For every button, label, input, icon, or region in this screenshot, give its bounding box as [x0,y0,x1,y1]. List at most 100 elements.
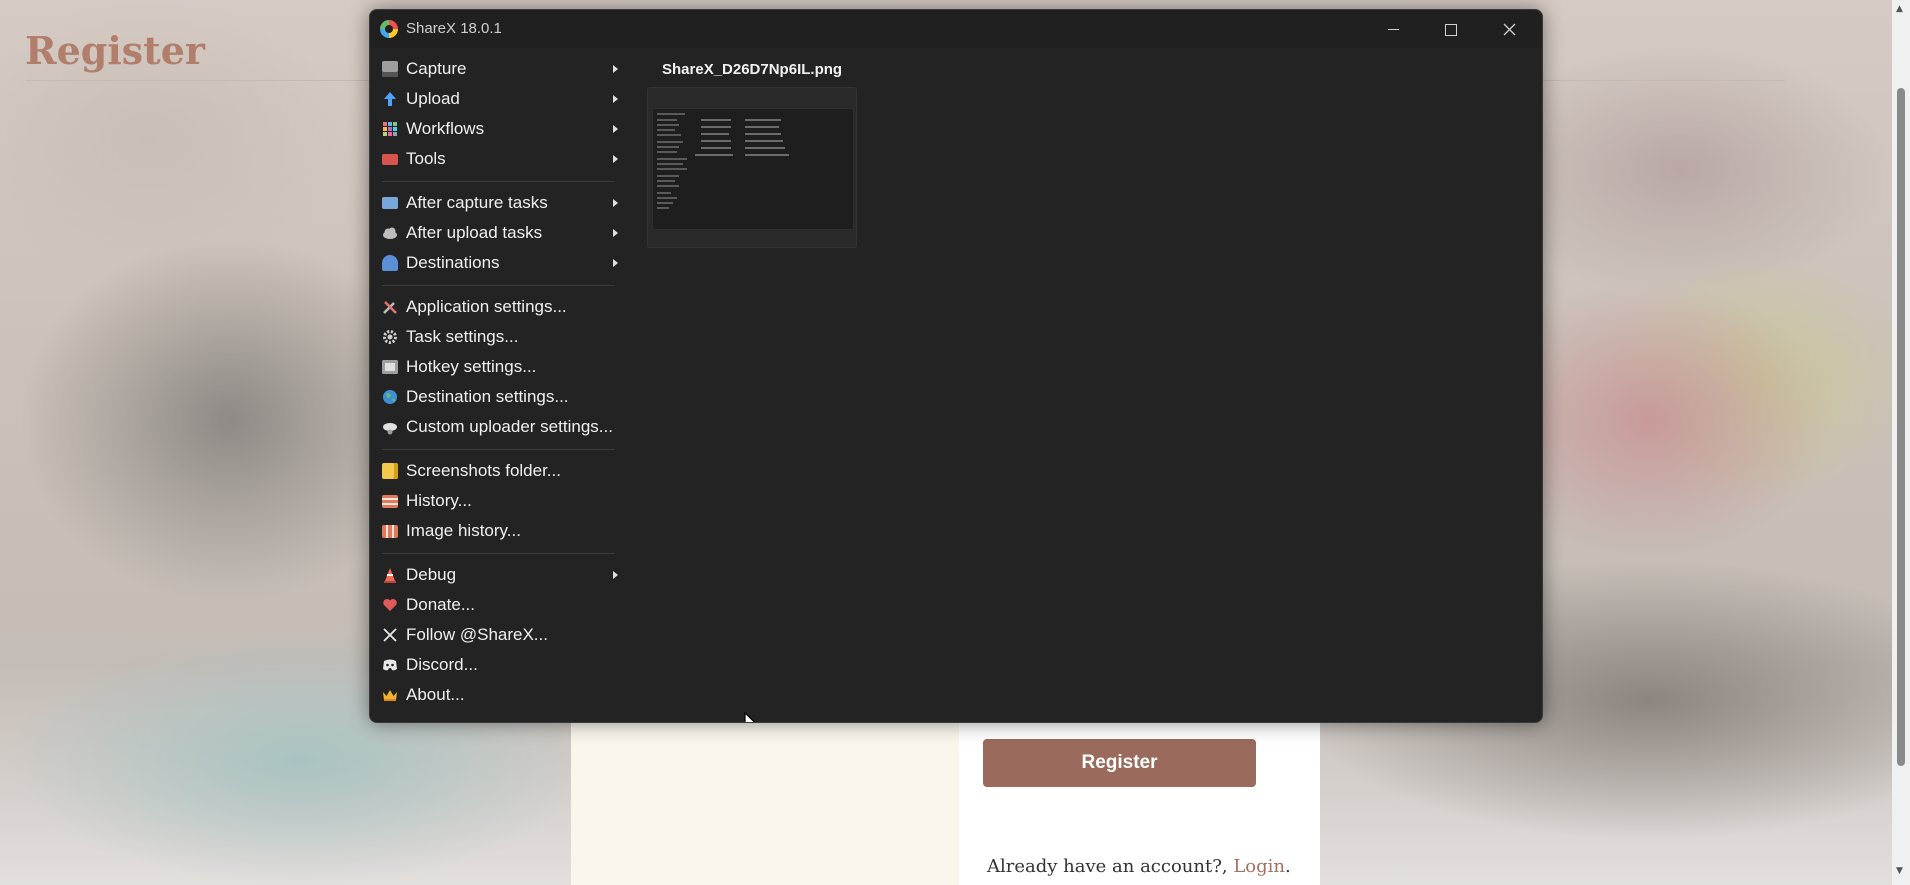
preview-cell [745,147,785,149]
menu-item-custom-uploader-settings[interactable]: Custom uploader settings... [370,412,622,442]
menu-item-label: Custom uploader settings... [406,417,613,436]
menu-item-application-settings[interactable]: Application settings... [370,292,622,322]
submenu-arrow-icon [613,571,618,579]
preview-cell [745,126,779,128]
preview-line [657,192,671,194]
maximize-icon [1445,23,1457,36]
close-icon [1503,23,1515,36]
menu-item-hotkey-settings[interactable]: Hotkey settings... [370,352,622,382]
menu-item-label: Capture [406,59,467,78]
preview-line [657,134,681,136]
submenu-arrow-icon [613,125,618,133]
preview-cell [745,154,789,156]
page-title: Register [25,28,205,73]
menu-item-screenshots-folder[interactable]: Screenshots folder... [370,456,622,486]
login-prompt-text: Already have an account?, [987,856,1234,877]
preview-line [657,207,669,209]
menu-item-task-settings[interactable]: Task settings... [370,322,622,352]
preview-line [657,129,675,131]
menu-item-label: After capture tasks [406,193,548,212]
menu-item-label: Task settings... [406,327,519,346]
menu-separator [382,181,614,182]
history-list-icon [382,495,398,508]
page-scrollbar[interactable]: ▲ ▼ [1892,0,1910,885]
scroll-thumb[interactable] [1897,88,1905,766]
menu-item-upload[interactable]: Upload [370,84,622,114]
wrench-screwdriver-icon [383,301,397,314]
preview-line [657,113,685,115]
menu-item-after-capture-tasks[interactable]: After capture tasks [370,188,622,218]
toolbox-icon [382,154,398,165]
recent-file-name[interactable]: ShareX_D26D7Np6IL.png [662,61,842,78]
maximize-button[interactable] [1422,10,1480,48]
menu-separator [382,449,614,450]
menu-item-label: Donate... [406,595,475,614]
preview-line [657,185,679,187]
menu-item-history[interactable]: History... [370,486,622,516]
menu-item-label: About... [406,685,465,704]
capture-icon [382,61,398,77]
preview-line [657,151,677,153]
mouse-pointer-icon [744,712,756,722]
register-button[interactable]: Register [983,739,1256,787]
login-prompt: Already have an account?, Login. [987,856,1291,877]
menu-item-destinations[interactable]: Destinations [370,248,622,278]
traffic-cone-icon [384,568,396,583]
upload-arrow-icon [384,92,396,106]
preview-cell [701,126,731,128]
submenu-arrow-icon [613,95,618,103]
close-button[interactable] [1480,10,1538,48]
menu-item-label: Workflows [406,119,485,138]
submenu-arrow-icon [613,229,618,237]
menu-item-capture[interactable]: Capture [370,54,622,84]
menu-item-image-history[interactable]: Image history... [370,516,622,546]
preview-line [657,180,675,182]
window-title: ShareX 18.0.1 [406,20,502,37]
destinations-icon [382,255,398,271]
preview-cell [745,119,781,121]
discord-icon [383,659,397,671]
menu-item-after-upload-tasks[interactable]: After upload tasks [370,218,622,248]
preview-cell [695,154,733,156]
keyboard-key-icon [382,360,398,374]
menu-item-label: Destination settings... [406,387,569,406]
preview-line [657,146,679,148]
menu-item-discord[interactable]: Discord... [370,650,622,680]
login-suffix: . [1285,856,1291,877]
menu-item-donate[interactable]: Donate... [370,590,622,620]
menu-item-follow[interactable]: Follow @ShareX... [370,620,622,650]
preview-cell [745,140,783,142]
menu-item-label: Tools [406,149,446,168]
preview-line [657,158,687,160]
crown-icon [383,690,397,701]
menu-item-label: Application settings... [406,297,567,316]
menu-item-workflows[interactable]: Workflows [370,114,622,144]
sharex-logo-icon [380,20,398,38]
thumbnail-preview-image [652,108,854,230]
login-link[interactable]: Login [1233,856,1285,877]
submenu-arrow-icon [613,259,618,267]
menu-item-label: Follow @ShareX... [406,625,548,644]
minimize-button[interactable] [1364,10,1422,48]
menu-item-label: Hotkey settings... [406,357,537,376]
menu-item-label: Screenshots folder... [406,461,561,480]
menu-item-label: After upload tasks [406,223,543,242]
menu-item-about[interactable]: About... [370,680,622,710]
title-bar[interactable]: ShareX 18.0.1 [370,10,1542,48]
menu-item-destination-settings[interactable]: Destination settings... [370,382,622,412]
menu-item-debug[interactable]: Debug [370,560,622,590]
gear-icon [383,330,397,344]
main-menu: Capture Upload Workflows Tools After cap… [370,54,622,710]
menu-item-tools[interactable]: Tools [370,144,622,174]
recent-screenshot-thumbnail[interactable] [647,87,857,248]
form-card-left-body [571,720,959,885]
preview-cell [701,140,731,142]
globe-icon [383,390,397,404]
scroll-down-arrow-icon[interactable]: ▼ [1896,866,1903,876]
menu-item-label: Debug [406,565,457,584]
preview-cell [701,133,729,135]
image-history-icon [382,525,398,538]
cloud-gear-icon [383,423,397,435]
after-capture-icon [382,197,398,209]
scroll-up-arrow-icon[interactable]: ▲ [1896,4,1903,14]
